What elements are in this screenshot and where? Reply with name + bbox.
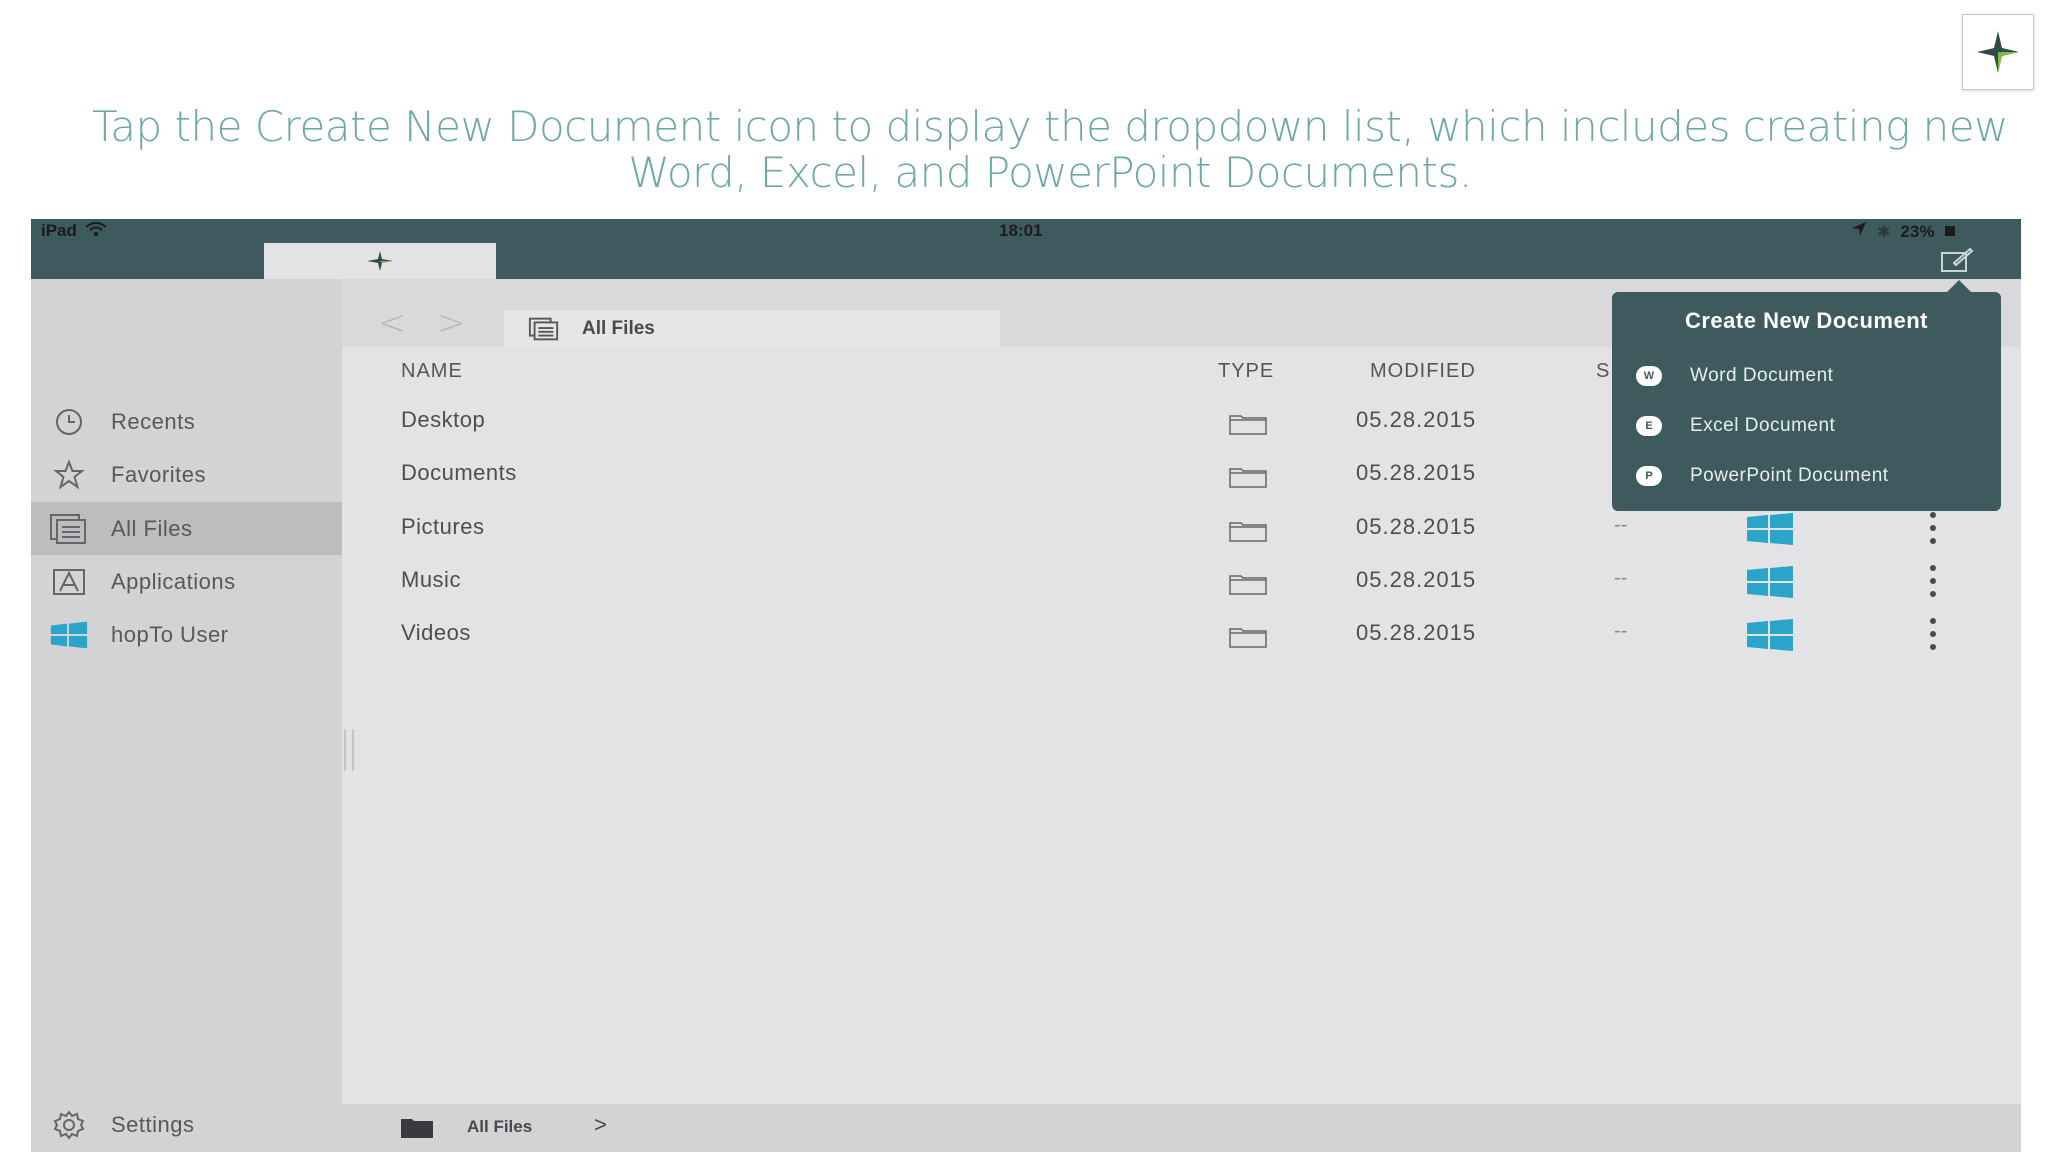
create-new-document-button[interactable] xyxy=(1939,247,1975,273)
all-files-icon xyxy=(528,316,560,342)
modified-date: 05.28.2015 xyxy=(1356,407,1477,432)
folder-icon xyxy=(1229,628,1267,648)
battery-icon xyxy=(1944,222,1960,242)
forward-arrow-icon[interactable]: > xyxy=(437,303,466,343)
modified-date: 05.28.2015 xyxy=(1356,514,1477,539)
word-icon: W xyxy=(1636,366,1662,386)
wifi-icon xyxy=(85,221,107,241)
sidebar-resize-handle[interactable] xyxy=(344,729,354,771)
folder-icon xyxy=(1229,522,1267,542)
sidebar-item-favorites[interactable]: Favorites xyxy=(31,448,342,501)
modified-date: 05.28.2015 xyxy=(1356,620,1477,645)
modified-date: 05.28.2015 xyxy=(1356,567,1477,592)
modified-date: 05.28.2015 xyxy=(1356,460,1477,485)
app-tab[interactable] xyxy=(264,243,496,279)
folder-icon xyxy=(401,1119,433,1138)
sidebar-item-label: Favorites xyxy=(111,461,206,487)
gear-icon xyxy=(49,1109,89,1141)
hopto-logo-icon xyxy=(1962,14,2034,90)
sidebar-item-hopto-user[interactable]: hopTo User xyxy=(31,608,342,661)
folder-icon xyxy=(1229,415,1267,435)
more-options-icon[interactable] xyxy=(1923,508,1943,548)
hopto-tab-icon xyxy=(367,251,393,271)
bluetooth-icon: ✱ xyxy=(1877,223,1891,241)
file-size: -- xyxy=(1614,620,1628,642)
menu-item-label: Word Document xyxy=(1690,365,1834,386)
status-bar-right: ✱ 23% xyxy=(1851,221,1960,242)
breadcrumb-label: All Files xyxy=(582,317,655,339)
menu-item-excel-document[interactable]: E Excel Document xyxy=(1612,404,2001,448)
app-top-bar: iPad 18:01 ✱ 23% xyxy=(31,219,2021,279)
status-time: 18:01 xyxy=(999,221,1043,240)
breadcrumb[interactable]: All Files xyxy=(504,310,1000,347)
location-icon xyxy=(1851,221,1867,242)
file-size: -- xyxy=(1614,514,1628,536)
column-header-name[interactable]: NAME xyxy=(401,360,463,383)
windows-icon xyxy=(49,619,89,651)
bottom-path-label[interactable]: All Files xyxy=(467,1117,532,1137)
all-files-icon xyxy=(49,513,89,545)
excel-icon: E xyxy=(1636,416,1662,436)
folder-icon xyxy=(1229,575,1267,595)
create-new-document-dropdown: Create New Document W Word Document E Ex… xyxy=(1612,280,2001,511)
device-label: iPad xyxy=(41,221,77,240)
battery-percent: 23% xyxy=(1900,221,1935,241)
powerpoint-icon: P xyxy=(1636,466,1662,486)
settings-button[interactable]: Settings xyxy=(31,1102,342,1148)
file-name: Desktop xyxy=(401,407,486,432)
status-bar-left: iPad xyxy=(41,221,107,241)
sidebar-item-label: hopTo User xyxy=(111,621,229,647)
clock-icon xyxy=(49,406,89,438)
file-name: Videos xyxy=(401,620,471,645)
menu-item-word-document[interactable]: W Word Document xyxy=(1612,354,2001,398)
column-header-modified[interactable]: MODIFIED xyxy=(1370,360,1476,383)
column-header-type[interactable]: TYPE xyxy=(1218,360,1274,383)
sidebar-item-label: Applications xyxy=(111,568,236,594)
windows-icon xyxy=(1747,566,1793,598)
star-icon xyxy=(49,459,89,491)
file-name: Documents xyxy=(401,460,517,485)
dropdown-title: Create New Document xyxy=(1684,308,1928,333)
sidebar-item-label: Recents xyxy=(111,408,196,434)
sidebar-item-applications[interactable]: Applications xyxy=(31,555,342,608)
create-document-icon xyxy=(1941,247,1974,272)
sidebar-item-label: All Files xyxy=(111,515,193,541)
menu-item-label: Excel Document xyxy=(1690,415,1836,436)
windows-icon xyxy=(1747,513,1793,545)
file-name: Music xyxy=(401,567,461,592)
more-options-icon[interactable] xyxy=(1923,561,1943,601)
windows-icon xyxy=(1747,619,1793,651)
file-size: -- xyxy=(1614,567,1628,589)
file-name: Pictures xyxy=(401,514,485,539)
sidebar-item-recents[interactable]: Recents xyxy=(31,395,342,448)
bottom-path-chevron[interactable]: > xyxy=(594,1112,607,1138)
table-row[interactable]: Videos 05.28.2015 -- xyxy=(311,608,1990,661)
table-row[interactable]: Music 05.28.2015 -- xyxy=(311,555,1990,608)
folder-icon xyxy=(1229,468,1267,488)
menu-item-powerpoint-document[interactable]: P PowerPoint Document xyxy=(1612,454,2001,498)
applications-icon xyxy=(49,566,89,598)
settings-label: Settings xyxy=(111,1112,195,1137)
more-options-icon[interactable] xyxy=(1923,614,1943,654)
back-arrow-icon[interactable]: < xyxy=(378,303,407,343)
slide-caption: Tap the Create New Document icon to disp… xyxy=(92,102,2008,197)
menu-item-label: PowerPoint Document xyxy=(1690,465,1889,486)
slide: Tap the Create New Document icon to disp… xyxy=(0,0,2048,1152)
sidebar-item-all-files[interactable]: All Files xyxy=(31,502,342,555)
column-header-size[interactable]: S xyxy=(1596,360,1610,383)
